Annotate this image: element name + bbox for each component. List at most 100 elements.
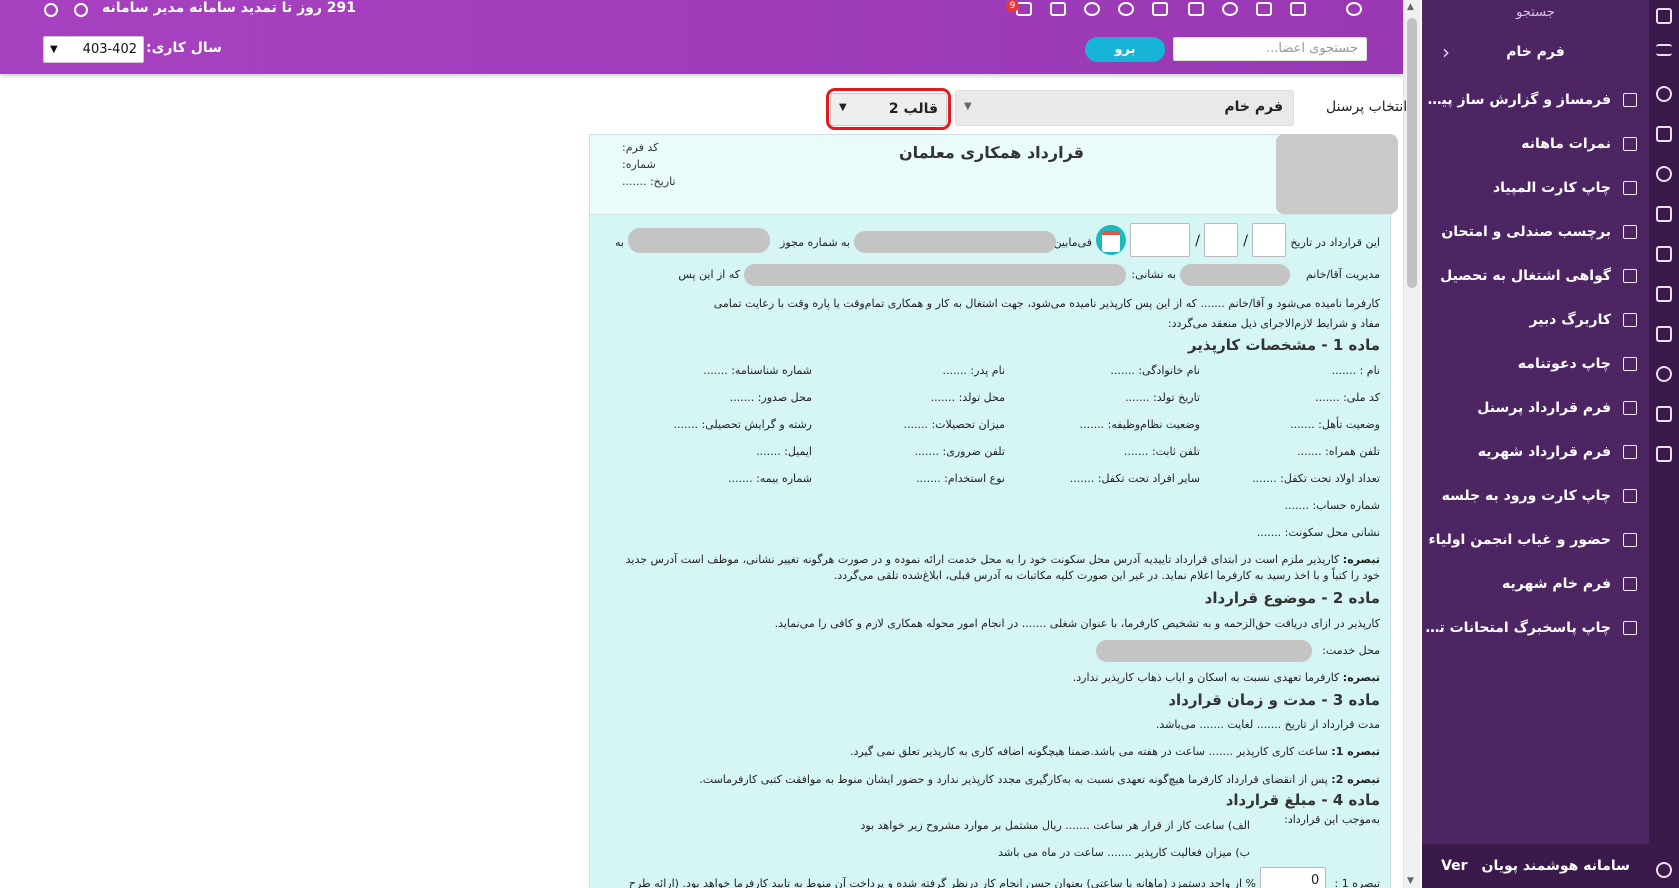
calendar-icon[interactable]: [1656, 446, 1672, 462]
icon-rail: [1649, 0, 1679, 888]
app-name: سامانه هوشمند پویان: [1481, 858, 1630, 874]
home-icon[interactable]: [1656, 8, 1672, 24]
personnel-select[interactable]: فرم خام ▼: [955, 90, 1294, 126]
user-menu-icon[interactable]: [1346, 2, 1362, 16]
sidebar-item-answer-sheet[interactable]: چاپ پاسخبرگ امتحانات تشری...: [1422, 606, 1649, 650]
sidebar-item-label: فرم قرارداد پرسنل: [1477, 400, 1611, 416]
teacher-icon[interactable]: [1656, 206, 1672, 222]
sidebar-item-label: چاپ کارت ورود به جلسه: [1441, 488, 1611, 504]
sidebar-search[interactable]: جستجو: [1422, 0, 1649, 26]
wallet-icon[interactable]: [1656, 126, 1672, 142]
help-icon[interactable]: [1656, 862, 1672, 878]
scroll-up-icon[interactable]: ▲: [1407, 2, 1414, 12]
main-scrollbar[interactable]: ▲ ▼: [1403, 0, 1420, 888]
document-icon: [1623, 313, 1637, 327]
sidebar-item-tuition-raw-form[interactable]: فرم خام شهریه: [1422, 562, 1649, 606]
date-month-input[interactable]: [1204, 223, 1238, 257]
users-icon[interactable]: [1656, 366, 1672, 382]
sidebar-item-monthly-grades[interactable]: نمرات ماهانه: [1422, 122, 1649, 166]
party-name-field[interactable]: [854, 231, 1056, 253]
document-title: قرارداد همکاری معلمان: [898, 143, 1084, 162]
question-icon[interactable]: [1222, 2, 1238, 16]
book-icon[interactable]: [1656, 246, 1672, 262]
template-highlight: [826, 88, 951, 130]
section-3-title: ماده 3 - مدت و زمان قرارداد: [1168, 691, 1380, 709]
mail-icon[interactable]: [1290, 2, 1306, 16]
note-label: تبصره:: [1342, 671, 1380, 684]
sidebar-item-seat-label[interactable]: برچسب صندلی و امتحان: [1422, 210, 1649, 254]
dashboard-icon[interactable]: [1656, 86, 1672, 102]
field-mobile: تلفن همراه: .......: [1297, 445, 1380, 458]
personnel-value: فرم خام: [1224, 99, 1283, 115]
print-icon[interactable]: [1656, 326, 1672, 342]
calendar-icon[interactable]: [1096, 225, 1126, 255]
note-5-text: % از واحد دستمزد (ماهانه یا ساعتی) بعنوا…: [628, 877, 1256, 888]
date-year-input[interactable]: [1130, 223, 1190, 257]
section-4-intro: به‌موجب این قرارداد:: [1284, 813, 1380, 826]
award-icon[interactable]: [1084, 2, 1100, 16]
edit-icon[interactable]: [1656, 286, 1672, 302]
address-field[interactable]: [744, 264, 1126, 286]
edit-icon[interactable]: [1152, 2, 1168, 16]
note-3: تبصره 1: ساعت کاری کارپذیر ....... ساعت …: [850, 745, 1380, 758]
power-icon[interactable]: [44, 3, 58, 17]
sidebar-item-label: کاربرگ دبیر: [1529, 312, 1612, 328]
notification-badge: 9: [1006, 0, 1019, 12]
go-button[interactable]: برو: [1085, 37, 1165, 62]
date-separator: /: [1195, 233, 1200, 249]
date-day-input[interactable]: [1252, 223, 1286, 257]
field-employment-type: نوع استخدام: .......: [916, 472, 1005, 485]
field-name: نام : .......: [1331, 364, 1380, 377]
sidebar-item-label: نمرات ماهانه: [1521, 136, 1611, 152]
sidebar-item-parents-attendance[interactable]: حضور و غیاب انجمن اولیاء: [1422, 518, 1649, 562]
ticket-icon[interactable]: [1188, 2, 1204, 16]
folder-icon[interactable]: [1256, 2, 1272, 16]
field-family: نام خانوادگی: .......: [1110, 364, 1200, 377]
form-number: شماره:: [622, 158, 656, 171]
note-2: تبصره: کارفرما تعهدی نسبت به اسکان و ایا…: [1073, 671, 1380, 684]
member-search-input[interactable]: جستجوی اعضا...: [1173, 37, 1367, 61]
sidebar-item-personnel-contract[interactable]: فرم قرارداد پرسنل: [1422, 386, 1649, 430]
note-text: کارفرما تعهدی نسبت به اسکان و ایاب ذهاب …: [1072, 671, 1340, 684]
chevron-down-icon: ▼: [964, 101, 972, 112]
contract-document: قرارداد همکاری معلمان کد فرم: شماره: تار…: [589, 134, 1398, 888]
file-icon: [1623, 577, 1637, 591]
heart-icon[interactable]: [1118, 2, 1134, 16]
menu-icon[interactable]: [1656, 44, 1672, 56]
note-1-cont: خود را کتباً و با اخذ رسید به کارفرما اع…: [833, 569, 1380, 582]
history-icon[interactable]: [1656, 166, 1672, 182]
field-children: تعداد اولاد تحت تکفل: .......: [1252, 472, 1380, 485]
chart-icon[interactable]: [1656, 406, 1672, 422]
year-select[interactable]: 403-402 ▼: [43, 36, 144, 63]
sidebar-item-raw-form[interactable]: ‹ فرم خام: [1422, 26, 1649, 78]
sidebar-item-tuition-contract[interactable]: فرم قرارداد شهریه: [1422, 430, 1649, 474]
sidebar-item-form-builder[interactable]: فرمساز و گزارش ساز پیشرفته: [1422, 78, 1649, 122]
note-label: تبصره 2:: [1331, 773, 1380, 786]
bonus-percent-input[interactable]: 0: [1260, 867, 1326, 888]
settings-icon[interactable]: [74, 3, 88, 17]
section-1-title: ماده 1 - مشخصات کارپذیر: [1187, 336, 1380, 354]
contract-date-label: این قرارداد در تاریخ: [1290, 236, 1380, 249]
scroll-thumb[interactable]: [1407, 18, 1417, 288]
management-label: مدیریت آقا/خانم: [1305, 268, 1380, 281]
sidebar-item-print-invitation[interactable]: چاپ دعوتنامه: [1422, 342, 1649, 386]
sidebar-item-label: فرم خام شهریه: [1502, 576, 1611, 592]
manager-name-field[interactable]: [1180, 264, 1290, 286]
service-place-field[interactable]: [1096, 640, 1312, 662]
sidebar-item-label: حضور و غیاب انجمن اولیاء: [1428, 532, 1611, 548]
sidebar: جستجو ‹ فرم خام فرمساز و گزارش ساز پیشرفت…: [1422, 0, 1649, 888]
field-national-code: کد ملی: .......: [1315, 391, 1380, 404]
note-label: تبصره 1:: [1331, 745, 1380, 758]
cart-icon[interactable]: [1050, 2, 1066, 16]
sidebar-item-entry-card[interactable]: چاپ کارت ورود به جلسه: [1422, 474, 1649, 518]
sidebar-item-teacher-worksheet[interactable]: کاربرگ دبیر: [1422, 298, 1649, 342]
license-number-field[interactable]: [628, 228, 770, 253]
scroll-down-icon[interactable]: ▼: [1407, 876, 1414, 886]
sidebar-item-olympiad-card[interactable]: چاپ کارت المپیاد: [1422, 166, 1649, 210]
between-label: فی‌مابین: [1053, 236, 1092, 249]
section-2-text: کارپذیر در ازای دریافت حق‌الزحمه و به تش…: [774, 617, 1380, 630]
certificate-icon: [1623, 269, 1637, 283]
sidebar-item-enrollment-certificate[interactable]: گواهی اشتغال به تحصیل: [1422, 254, 1649, 298]
id-card-icon: [1623, 181, 1637, 195]
print-icon: [1623, 357, 1637, 371]
